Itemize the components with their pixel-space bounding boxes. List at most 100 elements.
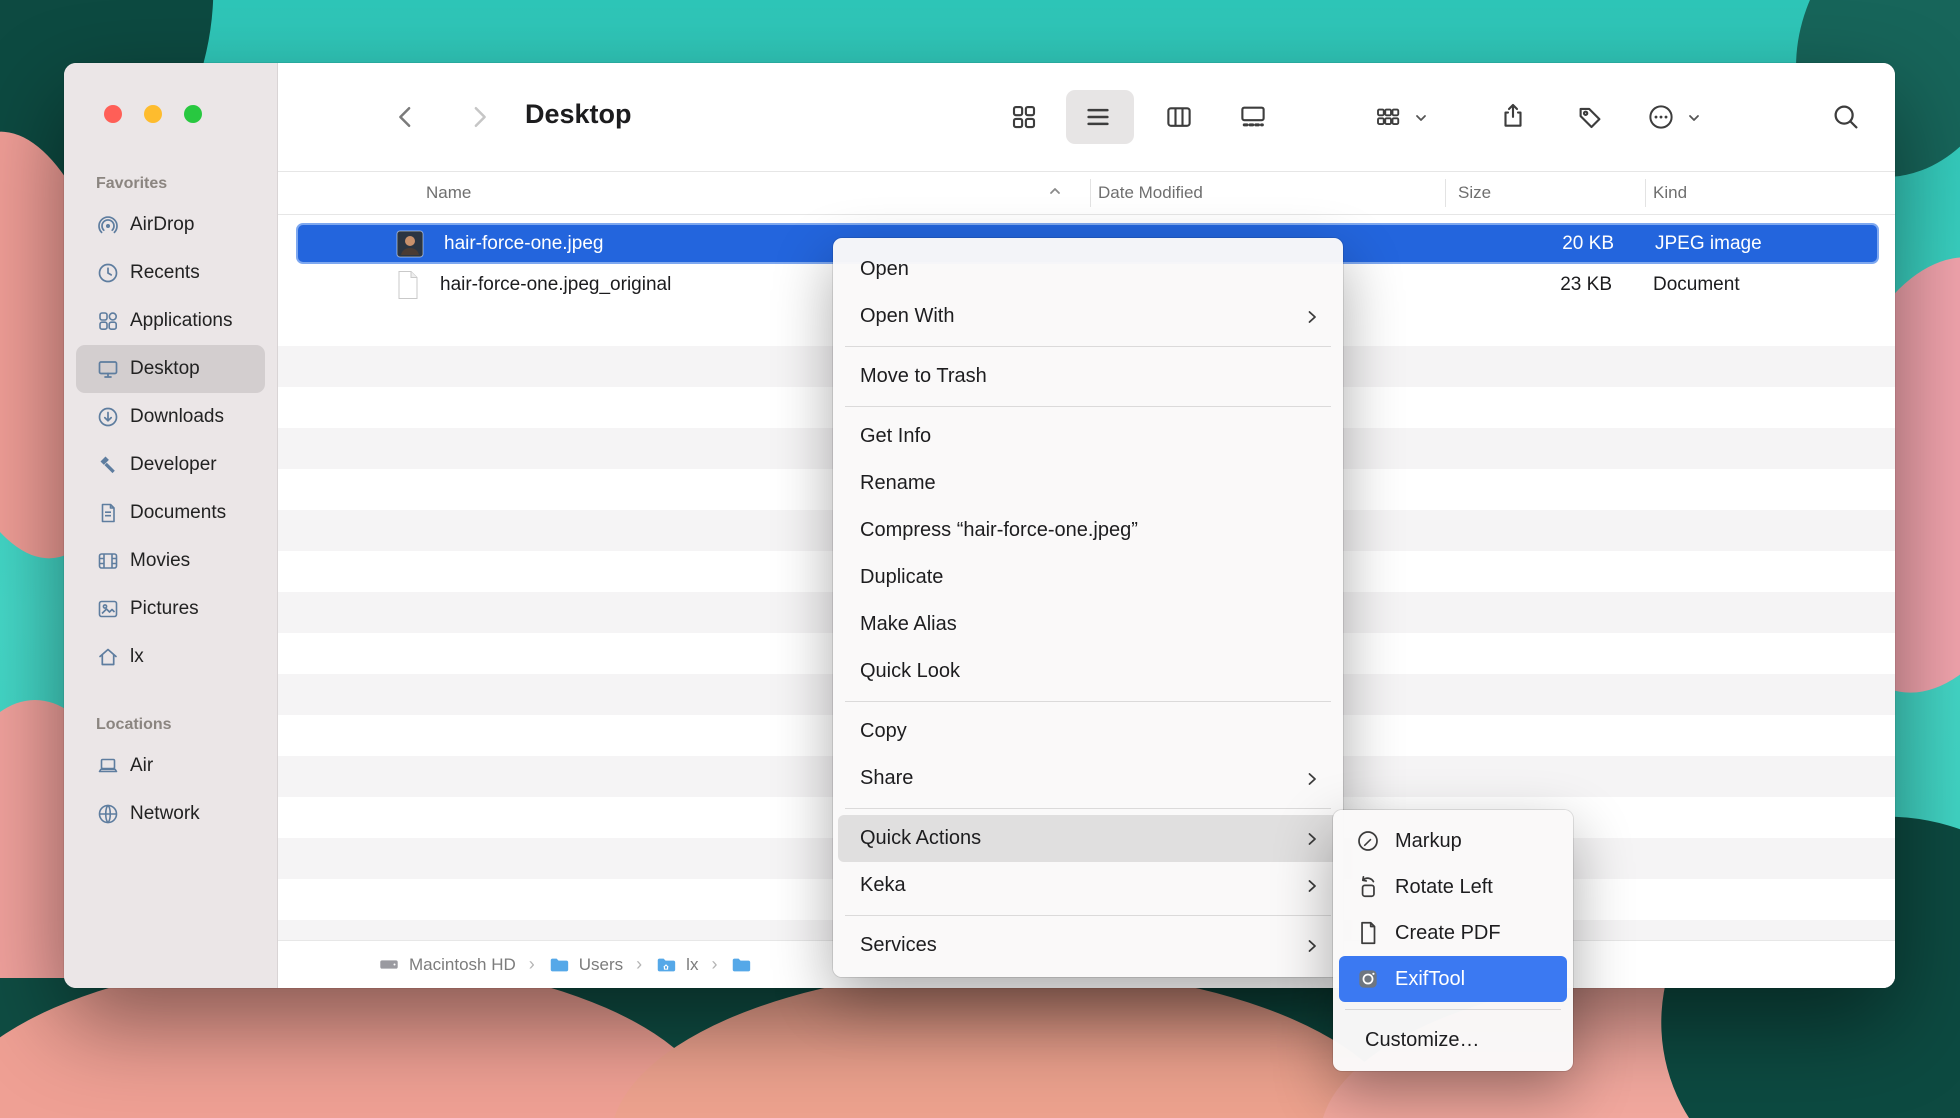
menu-item-copy[interactable]: Copy [838, 708, 1338, 755]
submenu-item-markup[interactable]: Markup [1339, 818, 1567, 864]
menu-item-keka[interactable]: Keka [838, 862, 1338, 909]
column-header-kind[interactable]: Kind [1645, 183, 1879, 203]
menu-item-open-with[interactable]: Open With [838, 293, 1338, 340]
column-divider[interactable] [1645, 179, 1646, 207]
sidebar-item-label: Pictures [130, 598, 199, 620]
menu-separator [845, 915, 1331, 916]
sort-ascending-icon [1048, 183, 1062, 203]
sidebar-item-desktop[interactable]: Desktop [76, 345, 265, 393]
list-view-button[interactable] [1083, 102, 1113, 132]
film-icon [96, 549, 120, 573]
sidebar-item-label: Desktop [130, 358, 200, 380]
home-icon [96, 645, 120, 669]
submenu-item-create-pdf[interactable]: Create PDF [1339, 910, 1567, 956]
downloads-icon [96, 405, 120, 429]
sidebar-item-lx[interactable]: lx [76, 633, 265, 681]
gallery-view-button[interactable] [1238, 102, 1268, 132]
column-divider[interactable] [1445, 179, 1446, 207]
menu-item-get-info[interactable]: Get Info [838, 413, 1338, 460]
group-button[interactable] [1373, 102, 1403, 132]
menu-item-move-to-trash[interactable]: Move to Trash [838, 353, 1338, 400]
column-header-size[interactable]: Size [1445, 183, 1645, 203]
menu-item-quick-look[interactable]: Quick Look [838, 648, 1338, 695]
hammer-icon [96, 453, 120, 477]
share-button[interactable] [1498, 100, 1528, 130]
menu-separator [1345, 1009, 1561, 1010]
sidebar-item-downloads[interactable]: Downloads [76, 393, 265, 441]
menu-item-open[interactable]: Open [838, 246, 1338, 293]
column-divider[interactable] [1090, 179, 1091, 207]
sidebar-item-label: Movies [130, 550, 190, 572]
sidebar-item-network[interactable]: Network [76, 790, 265, 838]
submenu-item-customize[interactable]: Customize… [1339, 1017, 1567, 1063]
sidebar-item-label: AirDrop [130, 214, 194, 236]
sidebar-item-documents[interactable]: Documents [76, 489, 265, 537]
submenu-chevron-icon [1304, 938, 1320, 954]
window-title: Desktop [525, 99, 632, 130]
desktop-wallpaper: Favorites AirDrop Recents Applications D… [0, 0, 1960, 1118]
home-folder-icon [655, 954, 677, 976]
quick-actions-submenu: Markup Rotate Left Create PDF ExifTool C… [1333, 810, 1573, 1071]
toolbar: Desktop [278, 63, 1895, 171]
file-size: 20 KB [1447, 233, 1647, 255]
menu-item-share[interactable]: Share [838, 755, 1338, 802]
path-item[interactable]: Users [579, 955, 623, 975]
sidebar-item-label: Recents [130, 262, 200, 284]
sidebar-item-air[interactable]: Air [76, 742, 265, 790]
menu-item-rename[interactable]: Rename [838, 460, 1338, 507]
menu-separator [845, 406, 1331, 407]
file-name: hair-force-one.jpeg [444, 233, 603, 255]
path-chevron-icon: › [711, 954, 717, 975]
submenu-chevron-icon [1304, 771, 1320, 787]
exiftool-icon [1355, 966, 1381, 992]
sidebar-item-label: Developer [130, 454, 217, 476]
sidebar-item-airdrop[interactable]: AirDrop [76, 201, 265, 249]
sidebar-item-developer[interactable]: Developer [76, 441, 265, 489]
close-button[interactable] [104, 105, 122, 123]
column-header-name[interactable]: Name [296, 183, 1090, 203]
more-button[interactable] [1646, 102, 1676, 132]
sidebar-item-label: Documents [130, 502, 226, 524]
column-header-date-modified[interactable]: Date Modified [1090, 183, 1445, 203]
sidebar-section-favorites: Favorites [96, 175, 277, 193]
sidebar-item-label: lx [130, 646, 144, 668]
menu-item-services[interactable]: Services [838, 922, 1338, 969]
sidebar: Favorites AirDrop Recents Applications D… [64, 63, 278, 988]
menu-item-make-alias[interactable]: Make Alias [838, 601, 1338, 648]
sidebar-item-recents[interactable]: Recents [76, 249, 265, 297]
laptop-icon [96, 754, 120, 778]
submenu-item-rotate-left[interactable]: Rotate Left [1339, 864, 1567, 910]
markup-icon [1355, 828, 1381, 854]
tag-button[interactable] [1575, 102, 1605, 132]
submenu-item-exiftool[interactable]: ExifTool [1339, 956, 1567, 1002]
submenu-chevron-icon [1304, 309, 1320, 325]
sidebar-item-label: Air [130, 755, 153, 777]
sidebar-item-applications[interactable]: Applications [76, 297, 265, 345]
clock-icon [96, 261, 120, 285]
zoom-button[interactable] [184, 105, 202, 123]
minimize-button[interactable] [144, 105, 162, 123]
menu-item-duplicate[interactable]: Duplicate [838, 554, 1338, 601]
forward-button[interactable] [464, 102, 494, 132]
column-headers: Name Date Modified Size Kind [278, 171, 1895, 215]
create-pdf-icon [1355, 920, 1381, 946]
path-item[interactable]: Macintosh HD [409, 955, 516, 975]
jpeg-thumbnail-icon [396, 230, 424, 258]
search-icon[interactable] [1831, 102, 1861, 132]
submenu-chevron-icon [1304, 878, 1320, 894]
photo-icon [96, 597, 120, 621]
sidebar-item-label: Applications [130, 310, 232, 332]
menu-item-compress[interactable]: Compress “hair-force-one.jpeg” [838, 507, 1338, 554]
path-item[interactable]: lx [686, 955, 698, 975]
sidebar-item-pictures[interactable]: Pictures [76, 585, 265, 633]
file-name: hair-force-one.jpeg_original [440, 274, 671, 296]
column-view-button[interactable] [1164, 102, 1194, 132]
document-file-icon [396, 270, 420, 300]
sidebar-section-locations: Locations [96, 716, 277, 734]
context-menu: Open Open With Move to Trash Get Info Re… [833, 238, 1343, 977]
grid-view-button[interactable] [1009, 102, 1039, 132]
menu-item-quick-actions[interactable]: Quick Actions [838, 815, 1338, 862]
back-button[interactable] [391, 102, 421, 132]
file-size: 23 KB [1445, 274, 1645, 296]
sidebar-item-movies[interactable]: Movies [76, 537, 265, 585]
